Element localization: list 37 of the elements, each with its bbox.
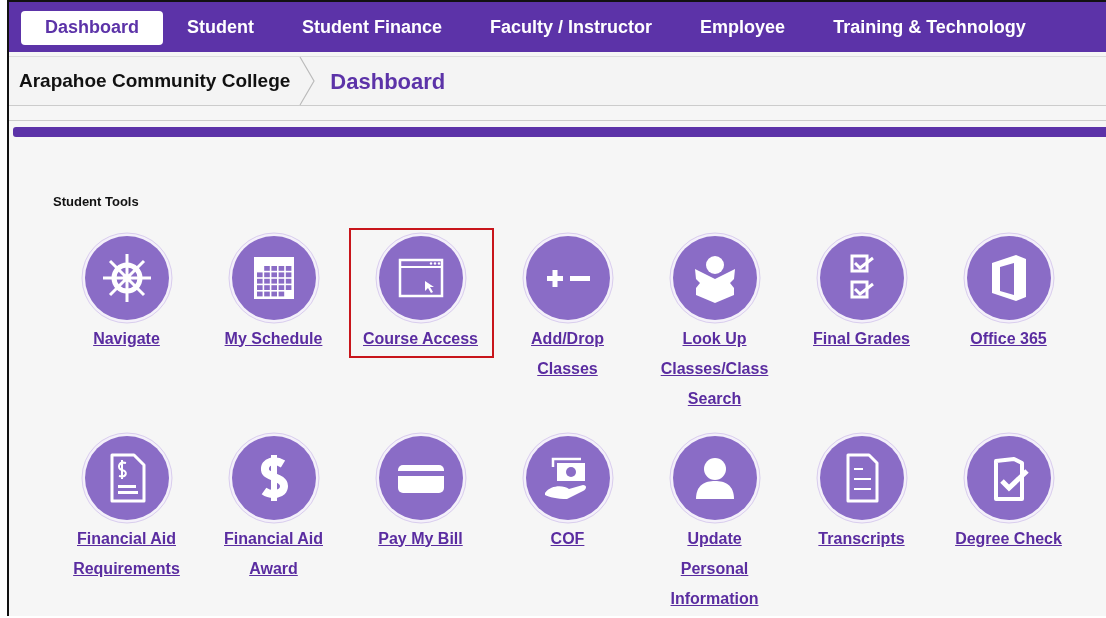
ship-wheel-icon[interactable] [80, 231, 173, 324]
nav-tab[interactable]: Dashboard [21, 11, 164, 45]
tool-link[interactable]: Pay My Bill [378, 523, 463, 554]
checklist-icon[interactable] [815, 231, 908, 324]
cash-in-hand-icon[interactable] [521, 431, 614, 524]
tool-link[interactable]: Degree Check [955, 523, 1062, 554]
tool-link[interactable]: COF [550, 523, 585, 554]
tool-link[interactable]: Look Up Classes/Class Search [654, 323, 775, 414]
nav-tab[interactable]: Training & Technology [809, 11, 1050, 45]
plus-minus-icon[interactable] [521, 231, 614, 324]
reader-icon[interactable] [668, 231, 761, 324]
breadcrumb-link[interactable]: Arapahoe Community College [9, 66, 299, 96]
section-title: Student Tools [53, 193, 140, 211]
nav-tab[interactable]: Faculty / Instructor [466, 11, 677, 45]
tool-link[interactable]: My Schedule [224, 323, 323, 354]
document-check-icon[interactable] [962, 431, 1055, 524]
tool-link[interactable]: Final Grades [813, 323, 910, 354]
nav-tab[interactable]: Student [163, 11, 279, 45]
tool-link[interactable]: Financial Aid Requirements [66, 523, 187, 584]
tool-link[interactable]: Course Access [363, 323, 478, 354]
person-icon[interactable] [668, 431, 761, 524]
tool-link[interactable]: Transcripts [818, 523, 905, 554]
dollar-document-icon[interactable] [80, 431, 173, 524]
tool-link[interactable]: Update Personal Information [654, 523, 775, 614]
office-logo-icon[interactable] [962, 231, 1055, 324]
browser-window-icon[interactable] [374, 231, 467, 324]
tool-link[interactable]: Office 365 [970, 323, 1047, 354]
page-title: Dashboard [329, 67, 446, 96]
nav-tab[interactable]: Employee [676, 11, 810, 45]
tool-link[interactable]: Navigate [93, 323, 160, 354]
nav-tab[interactable]: Student Finance [278, 11, 467, 45]
document-icon[interactable] [815, 431, 908, 524]
tool-link[interactable]: Financial Aid Award [213, 523, 334, 584]
dollar-icon[interactable] [227, 431, 320, 524]
calendar-icon[interactable] [227, 231, 320, 324]
tool-link[interactable]: Add/Drop Classes [507, 323, 628, 384]
credit-card-icon[interactable] [374, 431, 467, 524]
